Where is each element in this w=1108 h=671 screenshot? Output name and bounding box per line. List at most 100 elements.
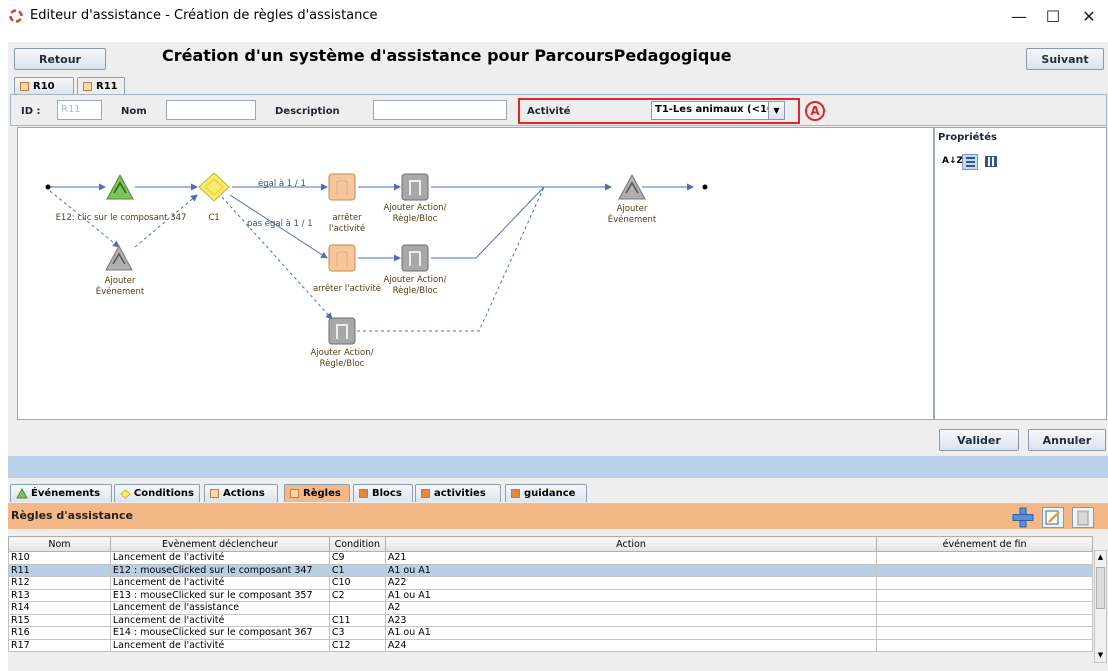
tab-events[interactable]: Événements xyxy=(10,484,112,502)
table-row[interactable]: R13 E13 : mouseClicked sur le composant … xyxy=(8,588,1093,602)
add-action-line1: Ajouter Action/ xyxy=(310,348,374,358)
tab-label: Règles xyxy=(303,488,341,499)
cell-condition: C3 xyxy=(328,626,386,640)
add-event-icon[interactable] xyxy=(104,244,134,272)
delete-icon[interactable] xyxy=(1072,507,1094,528)
add-action-icon[interactable] xyxy=(401,244,429,272)
cell-condition: C10 xyxy=(328,576,386,590)
properties-title: Propriétés xyxy=(938,132,997,143)
description-label: Description xyxy=(275,106,340,117)
categorized-icon[interactable] xyxy=(962,154,978,170)
add-icon[interactable] xyxy=(1012,507,1034,528)
tab-blocks[interactable]: Blocs xyxy=(353,484,413,502)
id-field[interactable]: R11 xyxy=(57,100,102,120)
cell-end-event xyxy=(876,638,1093,652)
cell-trigger: E13 : mouseClicked sur le composant 357 xyxy=(109,588,330,602)
guidance-square-icon xyxy=(511,489,520,498)
add-action-label: Ajouter Action/ Règle/Bloc xyxy=(306,348,378,370)
tab-activities[interactable]: activities xyxy=(415,484,501,502)
table-row[interactable]: R16 E14 : mouseClicked sur le composant … xyxy=(8,626,1093,640)
validate-button[interactable]: Valider xyxy=(939,429,1019,451)
cell-action: A21 xyxy=(384,551,878,565)
activity-select[interactable]: T1-Les animaux (<10) ▼ xyxy=(651,101,785,120)
tab-label: Conditions xyxy=(133,488,194,499)
table-row[interactable]: R17 Lancement de l'activité C12 A24 xyxy=(8,638,1093,652)
add-action-line1: Ajouter Action/ xyxy=(383,203,447,213)
column-header[interactable]: Nom xyxy=(8,536,111,552)
rules-section-header xyxy=(8,503,1108,529)
table-row[interactable]: R10 Lancement de l'activité C9 A21 xyxy=(8,551,1093,565)
scroll-down-icon[interactable]: ▼ xyxy=(1096,651,1105,660)
scroll-up-icon[interactable]: ▲ xyxy=(1096,553,1105,562)
cell-condition: C12 xyxy=(328,638,386,652)
column-header[interactable]: Evènement déclencheur xyxy=(109,536,330,552)
edit-icon[interactable] xyxy=(1042,507,1064,528)
table-row-selected[interactable]: R11 E12 : mouseClicked sur le composant … xyxy=(8,563,1093,577)
add-event-line2: Événement xyxy=(95,287,145,297)
edge-label-true: égal à 1 / 1 xyxy=(258,179,306,189)
condition-node-label: C1 xyxy=(208,213,220,223)
add-action-line2: Règle/Bloc xyxy=(319,359,365,369)
tab-label: Actions xyxy=(223,488,265,499)
add-event-line2: Événement xyxy=(607,215,657,225)
rule-square-icon xyxy=(290,489,299,498)
close-button[interactable]: ✕ xyxy=(1066,0,1108,32)
table-row[interactable]: R15 Lancement de l'activité C11 A23 xyxy=(8,613,1093,627)
chevron-down-icon[interactable]: ▼ xyxy=(768,102,784,119)
tab-conditions[interactable]: Conditions xyxy=(114,484,200,502)
tab-r11[interactable]: R11 xyxy=(77,77,125,94)
cell-trigger: Lancement de l'activité xyxy=(109,551,330,565)
add-event-label: Ajouter Événement xyxy=(602,204,662,226)
add-event-label: Ajouter Événement xyxy=(90,276,150,298)
tab-label: activities xyxy=(434,488,486,499)
event-node-icon[interactable] xyxy=(105,173,135,201)
tab-rules[interactable]: Règles xyxy=(284,484,350,502)
tab-label: Événements xyxy=(31,488,101,499)
stop-action-icon[interactable] xyxy=(328,173,356,201)
stop-action-icon[interactable] xyxy=(328,244,356,272)
sort-alpha-icon[interactable]: A↓Z xyxy=(942,156,963,166)
name-label: Nom xyxy=(121,106,147,117)
tab-actions[interactable]: Actions xyxy=(204,484,278,502)
window-title: Editeur d'assistance - Création de règle… xyxy=(30,8,378,23)
add-action-icon[interactable] xyxy=(328,317,356,345)
cell-action: A22 xyxy=(384,576,878,590)
cell-end-event xyxy=(876,601,1093,615)
diagram-edges xyxy=(45,183,708,332)
table-row[interactable]: R14 Lancement de l'assistance A2 xyxy=(8,601,1093,615)
cell-action: A2 xyxy=(384,601,878,615)
tab-guidance[interactable]: guidance xyxy=(505,484,587,502)
next-button[interactable]: Suivant xyxy=(1026,48,1104,70)
cell-end-event xyxy=(876,613,1093,627)
column-header[interactable]: Action xyxy=(384,536,878,552)
cell-action: A1 ou A1 xyxy=(384,588,878,602)
cell-condition: C9 xyxy=(328,551,386,565)
column-header[interactable]: événement de fin xyxy=(876,536,1093,552)
table-scrollbar[interactable]: ▲ ▼ xyxy=(1094,550,1107,663)
cell-trigger: E14 : mouseClicked sur le composant 367 xyxy=(109,626,330,640)
page-title: Création d'un système d'assistance pour … xyxy=(162,46,732,65)
tab-label: Blocs xyxy=(372,488,402,499)
scroll-thumb[interactable] xyxy=(1096,567,1105,609)
cancel-button[interactable]: Annuler xyxy=(1028,429,1106,451)
table-header-row: Nom Evènement déclencheur Condition Acti… xyxy=(8,536,1093,552)
back-button[interactable]: Retour xyxy=(14,48,106,70)
condition-node-icon[interactable] xyxy=(198,172,230,202)
description-field[interactable] xyxy=(373,100,507,120)
tab-label: R11 xyxy=(96,80,118,92)
name-field[interactable] xyxy=(166,100,256,120)
table-row[interactable]: R12 Lancement de l'activité C10 A22 xyxy=(8,576,1093,590)
rule-icon xyxy=(20,81,29,91)
cell-end-event xyxy=(876,551,1093,565)
grid-view-icon[interactable] xyxy=(985,156,997,167)
column-header[interactable]: Condition xyxy=(328,536,386,552)
cell-condition xyxy=(328,601,386,615)
tab-r10[interactable]: R10 xyxy=(14,77,74,94)
cell-trigger: E12 : mouseClicked sur le composant 347 xyxy=(109,563,330,577)
cell-condition: C1 xyxy=(328,563,386,577)
add-action-icon[interactable] xyxy=(401,173,429,201)
action-square-icon xyxy=(210,489,219,498)
add-event-icon[interactable] xyxy=(617,173,647,201)
id-label: ID : xyxy=(21,106,41,117)
activity-square-icon xyxy=(421,489,430,498)
